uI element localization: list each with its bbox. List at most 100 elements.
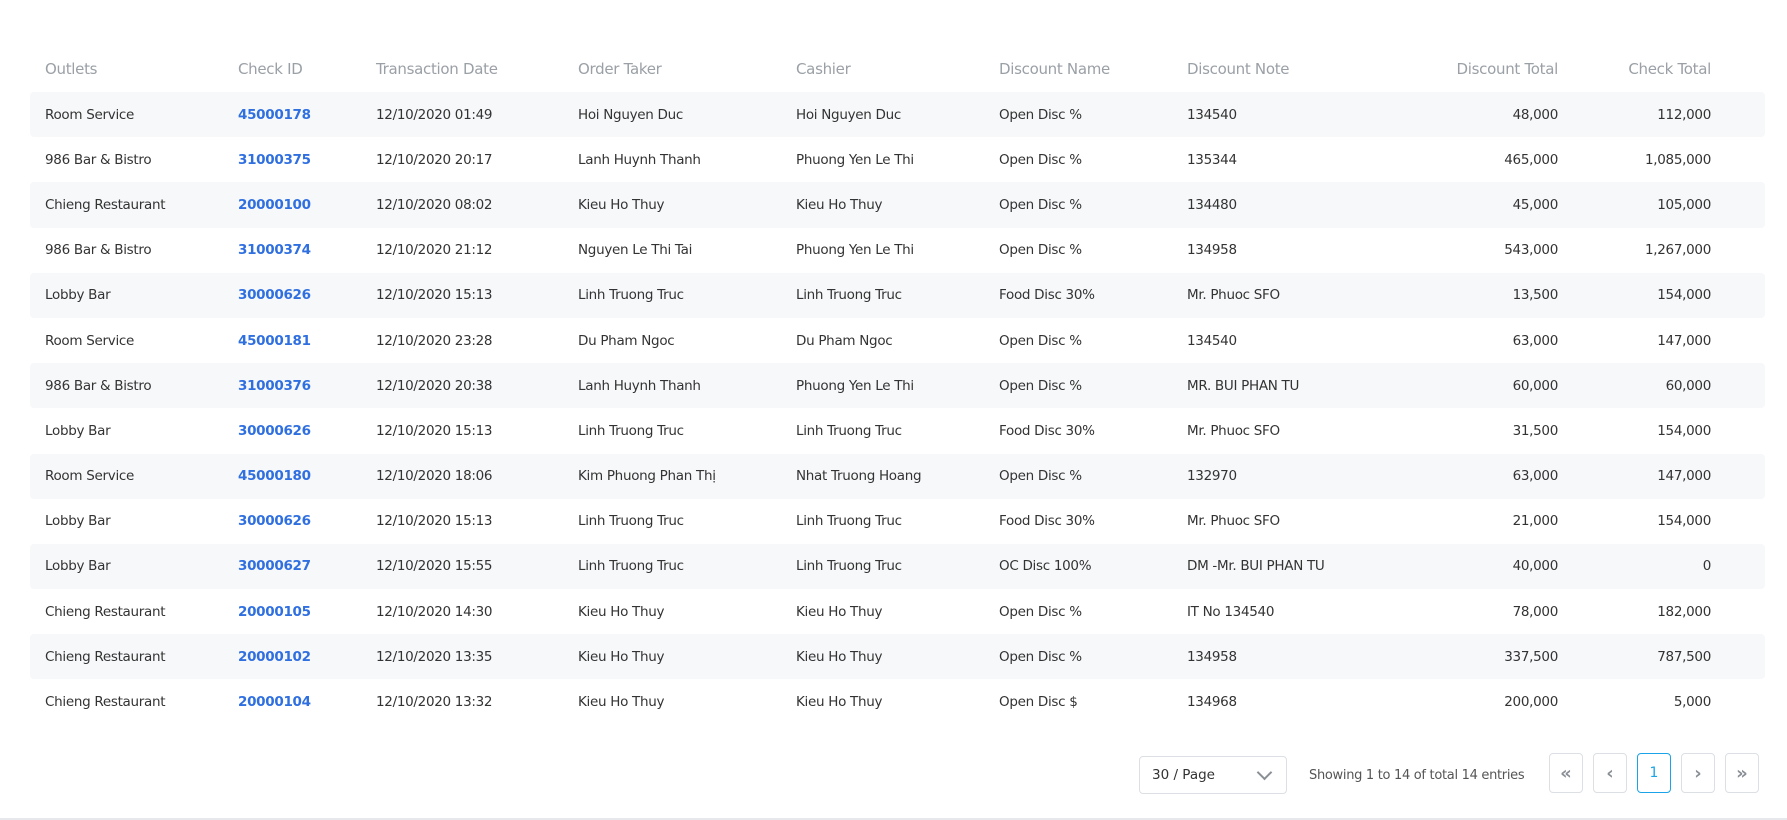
next-page-button[interactable]: ›: [1681, 753, 1715, 793]
check-id-link[interactable]: 30000627: [238, 558, 311, 574]
cell-discount-note: IT No 134540: [1187, 603, 1275, 620]
cell-cashier: Kieu Ho Thuy: [781, 634, 984, 680]
page-size-select[interactable]: 30 / Page: [1139, 756, 1287, 794]
cell-check-id: 45000181: [223, 318, 361, 363]
cell-transaction-date: 12/10/2020 13:32: [376, 694, 493, 711]
cell-check-total: 0: [1573, 543, 1726, 590]
table-row: Lobby Bar 30000626 12/10/2020 15:13 Linh Tr…: [30, 408, 1765, 453]
cell-discount-note: 132970: [1172, 453, 1400, 499]
cell-order-taker: Lanh Huynh Thanh: [563, 363, 781, 409]
cell-transaction-date: 12/10/2020 14:30: [376, 603, 493, 620]
cell-check-id: 30000626: [223, 499, 361, 544]
check-id-link[interactable]: 20000104: [238, 694, 311, 710]
cell-cashier: Linh Truong Truc: [781, 543, 984, 590]
cell-order-taker: Linh Truong Truc: [563, 272, 781, 318]
chevron-right-icon: ›: [1694, 762, 1702, 784]
last-page-button[interactable]: »: [1725, 753, 1759, 793]
cell-discount-name: Food Disc 30%: [999, 422, 1095, 439]
cell-spacer: [1726, 408, 1765, 453]
cell-discount-name: Open Disc %: [984, 182, 1172, 228]
cell-check-id: 30000627: [223, 543, 361, 590]
check-id-link[interactable]: 31000376: [238, 378, 311, 394]
cell-discount-note: DM -Mr. BUI PHAN TU: [1172, 543, 1400, 590]
cell-discount-total: 45,000: [1400, 182, 1573, 228]
first-page-button[interactable]: «: [1549, 753, 1583, 793]
check-id-link[interactable]: 30000626: [238, 423, 311, 439]
cell-spacer: [1726, 363, 1765, 409]
cell-cashier: Linh Truong Truc: [796, 422, 902, 439]
discount-report-table: Outlets Check ID Transaction Date Order Tak…: [30, 45, 1765, 725]
cell-discount-total: 13,500: [1400, 272, 1573, 318]
check-id-link[interactable]: 45000181: [238, 333, 311, 349]
cell-check-id: 31000375: [223, 137, 361, 182]
cell-spacer: [1726, 92, 1765, 138]
cell-check-total: 105,000: [1573, 182, 1726, 228]
cell-transaction-date: 12/10/2020 15:13: [361, 272, 563, 318]
check-id-link[interactable]: 45000180: [238, 468, 311, 484]
cell-discount-note: 134480: [1172, 182, 1400, 228]
cell-discount-name: Open Disc %: [984, 634, 1172, 680]
cell-discount-name: OC Disc 100%: [984, 543, 1172, 590]
cell-discount-note: 135344: [1187, 151, 1237, 168]
cell-order-taker: Lanh Huynh Thanh: [578, 151, 701, 168]
check-id-link[interactable]: 45000178: [238, 107, 311, 123]
cell-check-total: 787,500: [1573, 634, 1726, 680]
cell-discount-note: Mr. Phuoc SFO: [1187, 513, 1280, 530]
column-header-check-total: Check Total: [1628, 59, 1711, 78]
cell-transaction-date: 12/10/2020 23:28: [376, 332, 493, 349]
check-id-link[interactable]: 30000626: [238, 287, 311, 303]
page-1-button[interactable]: 1: [1637, 753, 1671, 793]
cell-check-id: 20000102: [223, 634, 361, 680]
cell-transaction-date: 12/10/2020 18:06: [361, 453, 563, 499]
column-header-discount-note: Discount Note: [1187, 59, 1290, 78]
check-id-link[interactable]: 30000626: [238, 513, 311, 529]
check-id-link[interactable]: 20000105: [238, 604, 311, 620]
column-header-discount-name: Discount Name: [999, 59, 1110, 78]
cell-discount-note: 134540: [1172, 92, 1400, 138]
table-row: Chieng Restaurant 20000100 12/10/2020 08:0…: [30, 182, 1765, 228]
cell-cashier: Hoi Nguyen Duc: [781, 92, 984, 138]
cell-discount-name: Open Disc %: [999, 332, 1082, 349]
cell-check-id: 45000180: [223, 453, 361, 499]
table-row: Chieng Restaurant 20000102 12/10/2020 13:3…: [30, 634, 1765, 680]
cell-spacer: [1726, 318, 1765, 363]
prev-page-button[interactable]: ‹: [1593, 753, 1627, 793]
cell-outlet: 986 Bar & Bistro: [30, 363, 223, 409]
cell-discount-total: 543,000: [1504, 242, 1558, 259]
check-id-link[interactable]: 20000102: [238, 649, 311, 665]
cell-transaction-date: 12/10/2020 21:12: [376, 242, 493, 259]
check-id-link[interactable]: 31000374: [238, 242, 311, 258]
cell-check-total: 5,000: [1673, 694, 1711, 711]
cell-transaction-date: 12/10/2020 01:49: [361, 92, 563, 138]
cell-outlet: Chieng Restaurant: [30, 634, 223, 680]
page-number: 1: [1649, 765, 1659, 781]
cell-cashier: Linh Truong Truc: [781, 272, 984, 318]
cell-discount-name: Open Disc %: [984, 92, 1172, 138]
double-chevron-right-icon: »: [1736, 762, 1748, 784]
entries-summary: Showing 1 to 14 of total 14 entries: [1309, 768, 1525, 783]
cell-outlet: Room Service: [30, 453, 223, 499]
cell-check-id: 20000104: [223, 679, 361, 724]
cell-discount-total: 63,000: [1400, 453, 1573, 499]
cell-cashier: Phuong Yen Le Thi: [796, 151, 914, 168]
column-header-transaction-date: Transaction Date: [376, 59, 498, 78]
cell-order-taker: Linh Truong Truc: [578, 513, 684, 530]
chevron-left-icon: ‹: [1606, 762, 1614, 784]
cell-cashier: Nhat Truong Hoang: [781, 453, 984, 499]
cell-discount-note: 134540: [1187, 332, 1237, 349]
cell-cashier: Phuong Yen Le Thi: [796, 242, 914, 259]
cell-order-taker: Hoi Nguyen Duc: [563, 92, 781, 138]
cell-check-id: 30000626: [223, 272, 361, 318]
cell-outlet: Lobby Bar: [30, 272, 223, 318]
cell-discount-name: Open Disc %: [984, 453, 1172, 499]
cell-order-taker: Du Pham Ngoc: [578, 332, 675, 349]
cell-discount-name: Open Disc %: [999, 151, 1082, 168]
check-id-link[interactable]: 20000100: [238, 197, 311, 213]
check-id-link[interactable]: 31000375: [238, 152, 311, 168]
cell-check-total: 60,000: [1573, 363, 1726, 409]
cell-discount-name: Open Disc %: [984, 363, 1172, 409]
table-row: Lobby Bar 30000626 12/10/2020 15:13 Linh Tr…: [30, 499, 1765, 544]
cell-discount-note: 134958: [1172, 634, 1400, 680]
cell-discount-note: Mr. Phuoc SFO: [1172, 272, 1400, 318]
cell-transaction-date: 12/10/2020 08:02: [361, 182, 563, 228]
